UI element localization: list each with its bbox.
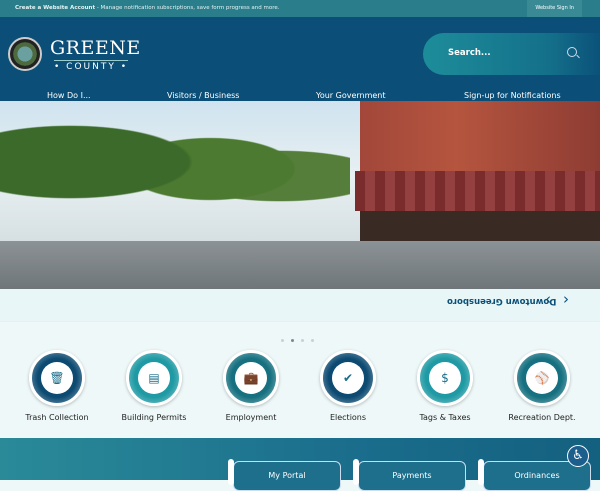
search-placeholder: Search... bbox=[448, 48, 491, 58]
nav-visitors-business[interactable]: Visitors / Business bbox=[167, 91, 239, 100]
slide-dot[interactable] bbox=[281, 339, 284, 342]
service-label[interactable]: Recreation Dept. bbox=[497, 413, 587, 422]
prev-slide-icon[interactable]: ‹ bbox=[545, 290, 551, 308]
service-recreation-dept[interactable]: ⚾ Recreation Dept. bbox=[497, 350, 587, 422]
account-description: - Manage notification subscriptions, sav… bbox=[95, 5, 280, 11]
search-input[interactable]: Search... bbox=[423, 33, 600, 75]
accessibility-icon[interactable]: ♿ bbox=[567, 445, 589, 467]
service-label[interactable]: Trash Collection bbox=[12, 413, 102, 422]
trash-icon: 🗑 bbox=[41, 362, 73, 394]
header: GREENE • COUNTY • Search... How Do I... … bbox=[0, 17, 600, 101]
service-ring[interactable]: ✔ bbox=[320, 350, 376, 406]
service-ring[interactable]: 🗑 bbox=[29, 350, 85, 406]
service-ring[interactable]: ▤ bbox=[126, 350, 182, 406]
service-ring[interactable]: 💼 bbox=[223, 350, 279, 406]
service-building-permits[interactable]: ▤ Building Permits bbox=[109, 350, 199, 422]
payments-button[interactable]: Payments bbox=[353, 459, 466, 491]
service-label[interactable]: Building Permits bbox=[109, 413, 199, 422]
slide-dot[interactable] bbox=[311, 339, 314, 342]
hero-road bbox=[0, 241, 600, 289]
tax-icon: $ bbox=[429, 362, 461, 394]
hero-trees bbox=[0, 106, 350, 246]
nav-your-government[interactable]: Your Government bbox=[316, 91, 386, 100]
slide-dot[interactable] bbox=[301, 339, 304, 342]
my-portal-button[interactable]: My Portal bbox=[228, 459, 341, 491]
document-icon: ▤ bbox=[138, 362, 170, 394]
slide-caption-bar: Downtown Greensboro bbox=[0, 289, 600, 322]
service-tags-taxes[interactable]: $ Tags & Taxes bbox=[400, 350, 490, 422]
service-elections[interactable]: ✔ Elections bbox=[303, 350, 393, 422]
slide-dot-active[interactable] bbox=[291, 339, 294, 342]
briefcase-search-icon: 💼 bbox=[235, 362, 267, 394]
service-label[interactable]: Elections bbox=[303, 413, 393, 422]
hero-slideshow-image bbox=[0, 101, 600, 289]
county-seal-logo[interactable] bbox=[8, 37, 42, 71]
nav-how-do-i[interactable]: How Do I... bbox=[47, 91, 91, 100]
top-bar: Create a Website Account - Manage notifi… bbox=[0, 0, 600, 17]
service-ring[interactable]: ⚾ bbox=[514, 350, 570, 406]
hero-awning bbox=[355, 171, 600, 211]
create-account-link[interactable]: Create a Website Account bbox=[15, 5, 95, 11]
baseball-icon: ⚾ bbox=[526, 362, 558, 394]
logo-subtitle[interactable]: • COUNTY • bbox=[54, 60, 129, 72]
service-employment[interactable]: 💼 Employment bbox=[206, 350, 296, 422]
service-label[interactable]: Employment bbox=[206, 413, 296, 422]
search-icon[interactable] bbox=[567, 47, 577, 57]
logo-title[interactable]: GREENE bbox=[50, 37, 141, 59]
service-label[interactable]: Tags & Taxes bbox=[400, 413, 490, 422]
website-sign-in-button[interactable]: Website Sign In bbox=[527, 0, 582, 17]
slide-caption: Downtown Greensboro bbox=[447, 296, 557, 306]
service-trash-collection[interactable]: 🗑 Trash Collection bbox=[12, 350, 102, 422]
slide-dots bbox=[281, 327, 321, 346]
nav-signup-notifications[interactable]: Sign-up for Notifications bbox=[464, 91, 561, 100]
vote-icon: ✔ bbox=[332, 362, 364, 394]
service-ring[interactable]: $ bbox=[417, 350, 473, 406]
next-slide-icon[interactable]: › bbox=[563, 290, 569, 308]
